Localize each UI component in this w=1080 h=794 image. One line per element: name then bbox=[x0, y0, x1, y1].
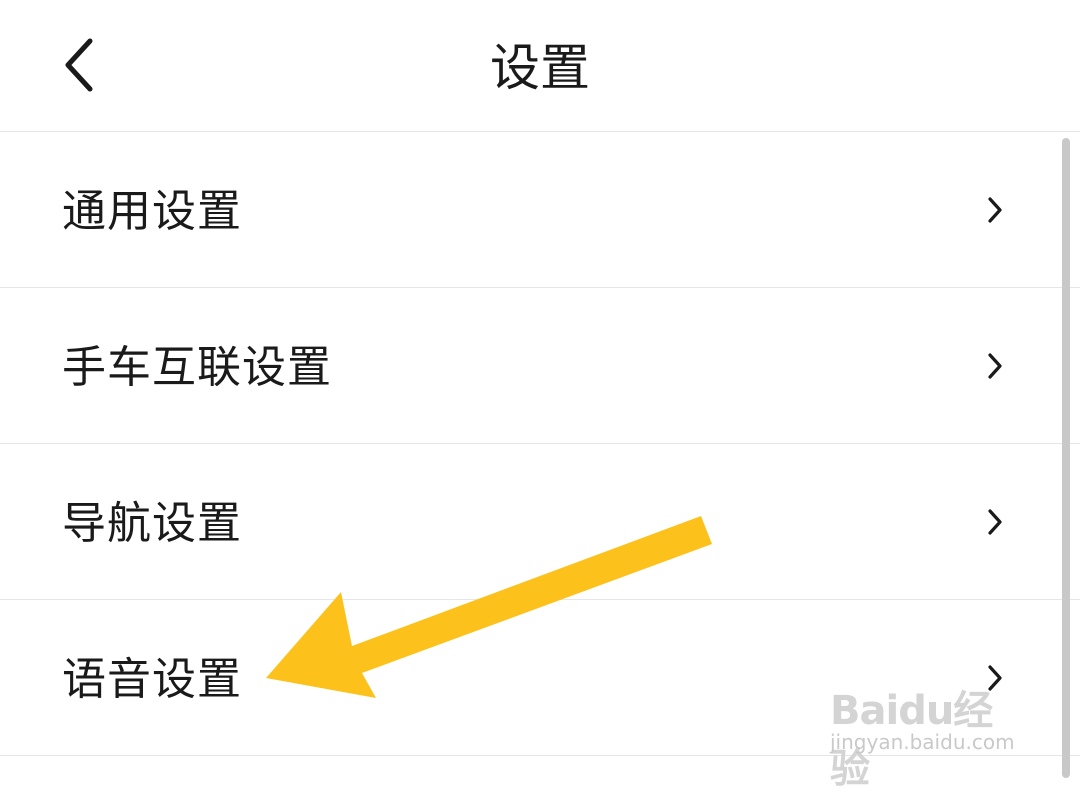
settings-item-voice[interactable]: 语音设置 bbox=[0, 600, 1080, 756]
settings-list: 通用设置 手车互联设置 导航设置 语音设置 bbox=[0, 132, 1080, 756]
chevron-right-icon bbox=[988, 197, 1002, 223]
chevron-right-icon bbox=[988, 509, 1002, 535]
settings-item-car-phone-link[interactable]: 手车互联设置 bbox=[0, 288, 1080, 444]
chevron-right-icon bbox=[988, 665, 1002, 691]
scrollbar[interactable] bbox=[1062, 138, 1070, 778]
settings-item-label: 语音设置 bbox=[62, 654, 242, 705]
settings-item-general[interactable]: 通用设置 bbox=[0, 132, 1080, 288]
settings-item-navigation[interactable]: 导航设置 bbox=[0, 444, 1080, 600]
page-title: 设置 bbox=[490, 39, 590, 97]
settings-item-label: 导航设置 bbox=[62, 498, 242, 549]
chevron-right-icon bbox=[988, 353, 1002, 379]
settings-item-label: 手车互联设置 bbox=[62, 342, 332, 393]
header-bar: 设置 bbox=[0, 0, 1080, 132]
settings-item-label: 通用设置 bbox=[62, 186, 242, 237]
